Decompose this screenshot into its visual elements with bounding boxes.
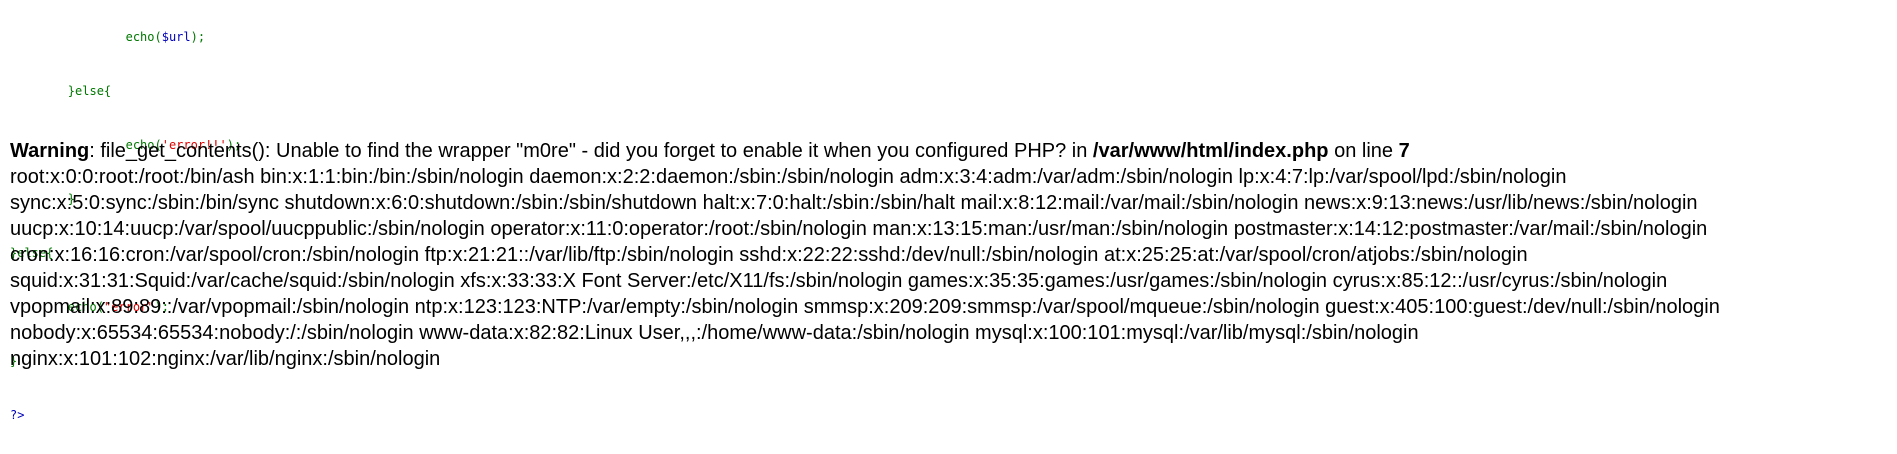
passwd-output-line: cron:x:16:16:cron:/var/spool/cron:/sbin/…: [10, 244, 1528, 266]
warning-file: /var/www/html/index.php: [1092, 140, 1329, 162]
passwd-output-line: sync:x:5:0:sync:/sbin:/bin/sync shutdown…: [10, 192, 1698, 214]
passwd-output-line: vpopmail:x:89:89::/var/vpopmail:/sbin/no…: [10, 296, 1720, 318]
warning-line-number: 7: [1398, 140, 1410, 162]
passwd-output-line: root:x:0:0:root:/root:/bin/ash bin:x:1:1…: [10, 166, 1567, 188]
warning-label: Warning: [10, 140, 90, 162]
warning-message: : file_get_contents(): Unable to find th…: [89, 140, 1093, 162]
php-warning: Warning: file_get_contents(): Unable to …: [10, 138, 1890, 164]
passwd-output-line: uucp:x:10:14:uucp:/var/spool/uucppublic:…: [10, 218, 1708, 240]
passwd-output-line: nobody:x:65534:65534:nobody:/:/sbin/nolo…: [10, 322, 1419, 344]
passwd-output-line: nginx:x:101:102:nginx:/var/lib/nginx:/sb…: [10, 348, 441, 370]
code-line-echo-url: echo($url);: [125, 30, 206, 44]
page-output: Warning: file_get_contents(): Unable to …: [10, 138, 1890, 372]
code-line-php-close-tag: ?>: [10, 408, 25, 422]
warning-on-line-text: on line: [1328, 140, 1399, 162]
passwd-output-line: squid:x:31:31:Squid:/var/cache/squid:/sb…: [10, 270, 1668, 292]
browser-page: echo($url); }else{ echo('error!!'); } }e…: [0, 0, 1897, 454]
code-variable: $url: [161, 30, 191, 44]
code-line-else: }else{: [67, 84, 112, 98]
